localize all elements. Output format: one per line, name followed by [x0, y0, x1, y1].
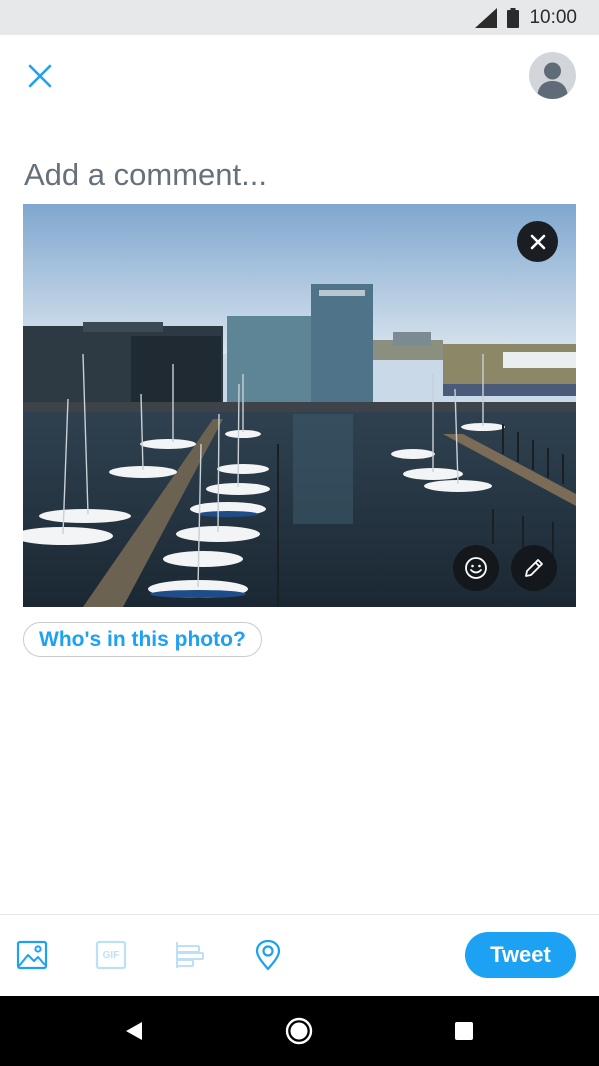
attached-photo[interactable]: [23, 204, 576, 607]
add-poll-button[interactable]: [171, 937, 207, 973]
system-nav-bar: [0, 996, 599, 1066]
pencil-icon: [525, 559, 543, 577]
compose-input[interactable]: [24, 152, 576, 198]
image-icon: [16, 940, 48, 970]
add-sticker-button[interactable]: [453, 545, 499, 591]
smiley-icon: [465, 557, 487, 579]
tweet-button[interactable]: Tweet: [465, 932, 576, 978]
status-time: 10:00: [529, 6, 577, 28]
avatar[interactable]: [529, 52, 576, 99]
nav-recents-button[interactable]: [447, 1014, 481, 1048]
back-icon: [126, 1022, 142, 1040]
battery-icon: [507, 7, 520, 28]
home-icon: [285, 1017, 313, 1045]
avatar-icon: [537, 62, 568, 99]
edit-photo-button[interactable]: [511, 545, 557, 591]
status-bar: 10:00: [0, 0, 599, 35]
gif-label: GIF: [102, 949, 120, 961]
nav-back-button[interactable]: [117, 1014, 151, 1048]
add-location-button[interactable]: [250, 937, 286, 973]
close-button[interactable]: [24, 60, 56, 92]
compose-toolbar: GIF Tweet: [0, 915, 599, 996]
tag-people-button[interactable]: Who's in this photo?: [23, 622, 262, 657]
harbor-photo: [23, 204, 576, 607]
add-image-button[interactable]: [14, 937, 50, 973]
close-icon: [530, 234, 545, 249]
recents-icon: [455, 1022, 473, 1040]
remove-photo-button[interactable]: [517, 221, 558, 262]
location-pin-icon: [255, 939, 281, 971]
signal-icon: [475, 7, 498, 28]
add-gif-button[interactable]: GIF: [93, 937, 129, 973]
tag-people-label: Who's in this photo?: [39, 627, 246, 651]
nav-home-button[interactable]: [282, 1014, 316, 1048]
poll-icon: [176, 942, 204, 968]
close-icon: [28, 64, 52, 88]
